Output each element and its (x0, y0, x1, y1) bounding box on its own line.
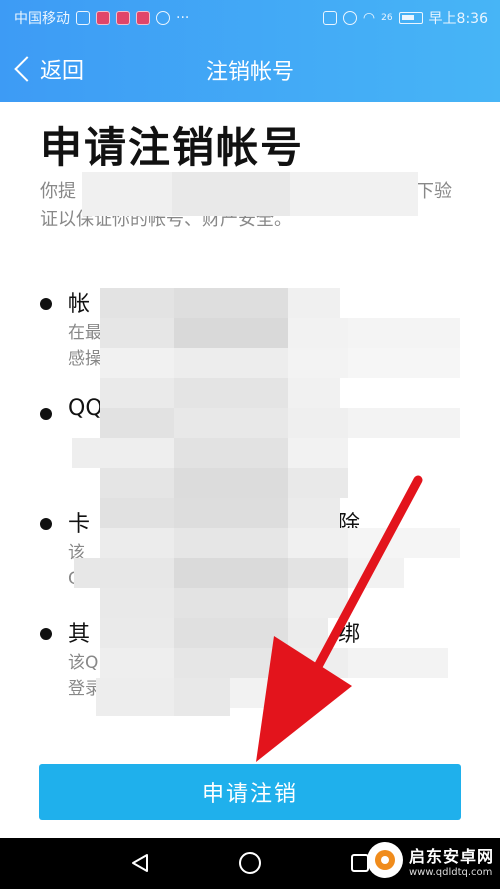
item-desc: 该Q 登录 (68, 650, 458, 702)
clock-label: 早上8:36 (428, 11, 488, 27)
watermark-url: www.qdldtq.com (408, 866, 493, 878)
item-desc-line: 该Q (68, 653, 99, 673)
intro-start: 你提 (40, 181, 76, 202)
status-left: 中国移动 ··· (14, 8, 189, 28)
intro-line2: 证以保证你的帐号、财产安全。 (40, 209, 292, 230)
chat-notification-icon (156, 11, 170, 25)
vibrate-icon (322, 11, 337, 25)
item-desc-line: Q (68, 569, 82, 589)
message-notification-icon (116, 11, 130, 25)
page-title: 申请注销帐号 (40, 123, 305, 172)
bullet-icon (40, 628, 52, 640)
item-title: 帐 (68, 292, 91, 317)
bullet-icon (40, 298, 52, 310)
activity-icon (76, 11, 90, 25)
app-notification-icon (96, 11, 110, 25)
item-desc-line: 登录 (68, 679, 102, 699)
item-title-end: 绑 (338, 622, 361, 647)
more-notifications-icon: ··· (176, 10, 190, 26)
wifi-icon: ◠ (362, 10, 376, 26)
watermark-text: 启东安卓网 www.qdldtq.com (409, 843, 494, 878)
intro-text: 你提 下验 证以保证你的帐号、财产安全。 (40, 178, 460, 234)
nav-back-button[interactable] (125, 848, 155, 878)
item-desc-line: 在最 (68, 323, 102, 343)
bullet-icon (40, 408, 52, 420)
item-desc-line: 感操 (68, 349, 102, 369)
bullet-icon (40, 518, 52, 530)
carrier-label: 中国移动 (14, 11, 70, 27)
item-title-start: 其 (68, 622, 91, 647)
item-desc-line: 该 (68, 543, 85, 563)
item-desc: 在最 感操 (68, 320, 458, 372)
apply-deactivate-button[interactable]: 申请注销 (39, 764, 461, 820)
alarm-icon (342, 11, 357, 25)
status-right: ◠ 26 早上8:36 (322, 8, 488, 28)
item-title-end: 解除 (316, 512, 361, 537)
item-title: 其绑 (68, 616, 360, 648)
video-notification-icon (136, 11, 150, 25)
main-content: 申请注销帐号 你提 下验 证以保证你的帐号、财产安全。 帐 在最 感操 QQ 卡 解… (0, 102, 500, 838)
battery-icon (398, 12, 423, 24)
nav-title: 注销帐号 (205, 60, 294, 85)
nav-home-button[interactable] (235, 848, 265, 878)
watermark-logo-icon (366, 842, 403, 878)
status-bar: 中国移动 ··· ◠ 26 早上8:36 (0, 0, 500, 36)
item-title: QQ (68, 396, 103, 421)
item-title-start: 卡 (68, 512, 91, 537)
item-title: 卡 解除 (68, 506, 360, 538)
signal-label: 26 (381, 13, 393, 23)
watermark-name: 启东安卓网 (408, 846, 494, 866)
item-desc: 该 Q (68, 540, 458, 592)
back-triangle-icon (132, 854, 148, 872)
nav-bar: 返回 注销帐号 (0, 36, 500, 102)
watermark: 启东安卓网 www.qdldtq.com (366, 842, 494, 878)
intro-end: 下验 (416, 181, 452, 202)
home-circle-icon (239, 852, 261, 874)
